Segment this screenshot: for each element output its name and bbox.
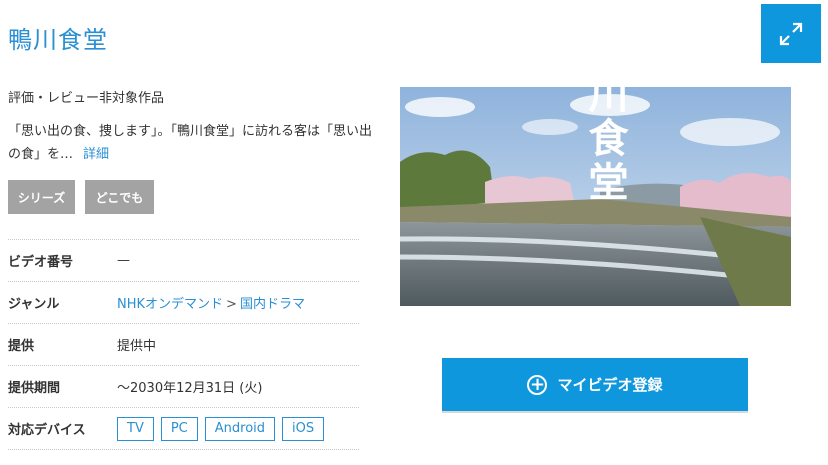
device-ios[interactable]: iOS [282,416,325,441]
synopsis-text: 「思い出の食、捜します」。「鴨川食堂」に訪れる客は「思い出の食」を… [8,124,373,162]
period-label: 提供期間 [8,381,61,396]
expand-button[interactable] [761,4,821,63]
video-number-label: ビデオ番号 [8,255,74,270]
provision-label: 提供 [8,339,35,354]
program-thumbnail[interactable]: 鴨川食堂 [400,87,791,306]
provision-value: 提供中 [117,339,157,354]
info-row-devices: 対応デバイス TV PC Android iOS [8,407,359,450]
device-list: TV PC Android iOS [117,416,325,441]
period-value: ～2030年12月31日 (火) [117,381,263,396]
genre-value: NHKオンデマンド > 国内ドラマ [117,293,305,312]
info-row-video-number: ビデオ番号 — [8,239,359,281]
info-table: ビデオ番号 — ジャンル NHKオンデマンド > 国内ドラマ 提供 提供中 提供期間… [8,239,359,450]
rating-note: 評価・レビュー非対象作品 [8,91,165,106]
thumbnail-caption: 鴨川食堂 [582,87,629,205]
page-title: 鴨川食堂 [8,26,108,54]
info-row-period: 提供期間 ～2030年12月31日 (火) [8,365,359,407]
thumbnail-image: 鴨川食堂 [400,87,791,306]
genre-label: ジャンル [8,297,60,312]
video-number-value: — [117,253,130,268]
devices-label: 対応デバイス [8,423,86,438]
plus-circle-icon: + [527,374,548,395]
device-android[interactable]: Android [204,416,276,441]
genre-link-drama[interactable]: 国内ドラマ [240,297,305,312]
detail-link[interactable]: 詳細 [83,147,109,162]
anywhere-tag[interactable]: どこでも [85,180,154,214]
register-label: マイビデオ登録 [557,376,663,394]
synopsis: 「思い出の食、捜します」。「鴨川食堂」に訪れる客は「思い出の食」を… 詳細 [8,120,378,166]
device-pc[interactable]: PC [160,416,198,441]
info-row-provision: 提供 提供中 [8,323,359,365]
genre-separator: > [226,297,237,312]
genre-link-nhk[interactable]: NHKオンデマンド [117,297,223,312]
series-tag[interactable]: シリーズ [8,180,75,214]
my-video-register-button[interactable]: + マイビデオ登録 [442,358,748,411]
tag-row: シリーズ どこでも [8,180,154,214]
info-row-genre: ジャンル NHKオンデマンド > 国内ドラマ [8,281,359,323]
device-tv[interactable]: TV [117,416,154,441]
expand-icon [779,22,803,45]
